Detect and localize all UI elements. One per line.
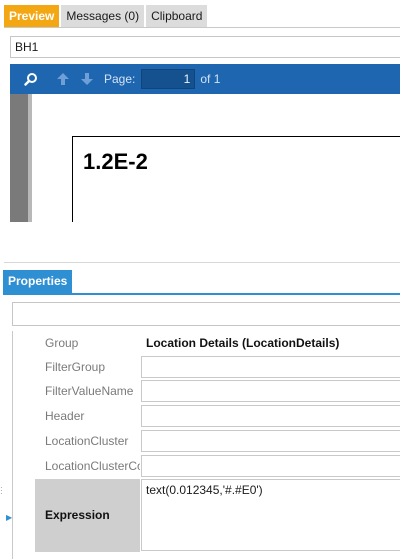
tab-preview[interactable]: Preview (4, 5, 60, 27)
tab-clipboard[interactable]: Clipboard (146, 5, 208, 27)
property-value-filtergroup[interactable] (141, 356, 400, 378)
property-value-filtervaluename[interactable] (141, 380, 400, 402)
panel-divider (4, 262, 400, 263)
property-row-locationclusterco[interactable]: LocationClusterCo (35, 454, 400, 478)
property-value-group[interactable]: Location Details (LocationDetails) (141, 332, 400, 354)
property-name: LocationCluster (35, 429, 140, 453)
property-row-group[interactable]: Group Location Details (LocationDetails) (35, 331, 400, 355)
property-value-header[interactable] (141, 405, 400, 427)
property-name: FilterValueName (35, 379, 140, 403)
property-name: Group (35, 331, 140, 355)
property-name: FilterGroup (35, 355, 140, 379)
tab-messages[interactable]: Messages (0) (61, 5, 145, 27)
property-value-locationclusterco[interactable] (141, 455, 400, 477)
search-icon[interactable] (20, 68, 42, 90)
tab-properties[interactable]: Properties (3, 270, 73, 293)
page-number-input[interactable]: 1 (141, 69, 196, 89)
report-canvas[interactable]: 1.2E-2 (10, 94, 400, 222)
property-name: Header (35, 404, 140, 428)
report-name-field[interactable]: BH1 (10, 36, 400, 58)
property-name: LocationClusterCo (35, 454, 140, 478)
report-value-text: 1.2E-2 (83, 149, 148, 174)
document-tabs: Preview Messages (0) Clipboard (4, 5, 209, 27)
page-count: of 1 (200, 72, 221, 86)
properties-search-input[interactable] (12, 302, 400, 326)
property-row-locationcluster[interactable]: LocationCluster (35, 429, 400, 453)
properties-tab-underline (3, 293, 400, 295)
property-value-locationcluster[interactable] (141, 430, 400, 452)
page-label: Page: (104, 72, 136, 86)
arrow-down-icon[interactable] (76, 68, 98, 90)
property-name: Expression (35, 479, 140, 552)
splitter-grip[interactable]: · · · (0, 484, 3, 498)
property-grid: Group Location Details (LocationDetails)… (12, 331, 400, 559)
property-grid-gutter (13, 331, 35, 559)
viewer-toolbar: Page: 1 of 1 (10, 64, 400, 94)
property-row-filtervaluename[interactable]: FilterValueName (35, 379, 400, 403)
page-shadow (10, 94, 30, 222)
arrow-up-icon[interactable] (52, 68, 74, 90)
property-row-filtergroup[interactable]: FilterGroup (35, 355, 400, 379)
expression-editor[interactable]: text(0.012345,'#.#E0') (141, 479, 400, 551)
selected-row-arrow-icon: ▶ (6, 513, 13, 522)
tabs-divider (4, 27, 400, 28)
property-row-header[interactable]: Header (35, 404, 400, 428)
page-shadow-edge (28, 94, 32, 222)
property-row-expression[interactable]: Expression text(0.012345,'#.#E0') (35, 479, 400, 552)
report-page: 1.2E-2 (72, 136, 400, 222)
